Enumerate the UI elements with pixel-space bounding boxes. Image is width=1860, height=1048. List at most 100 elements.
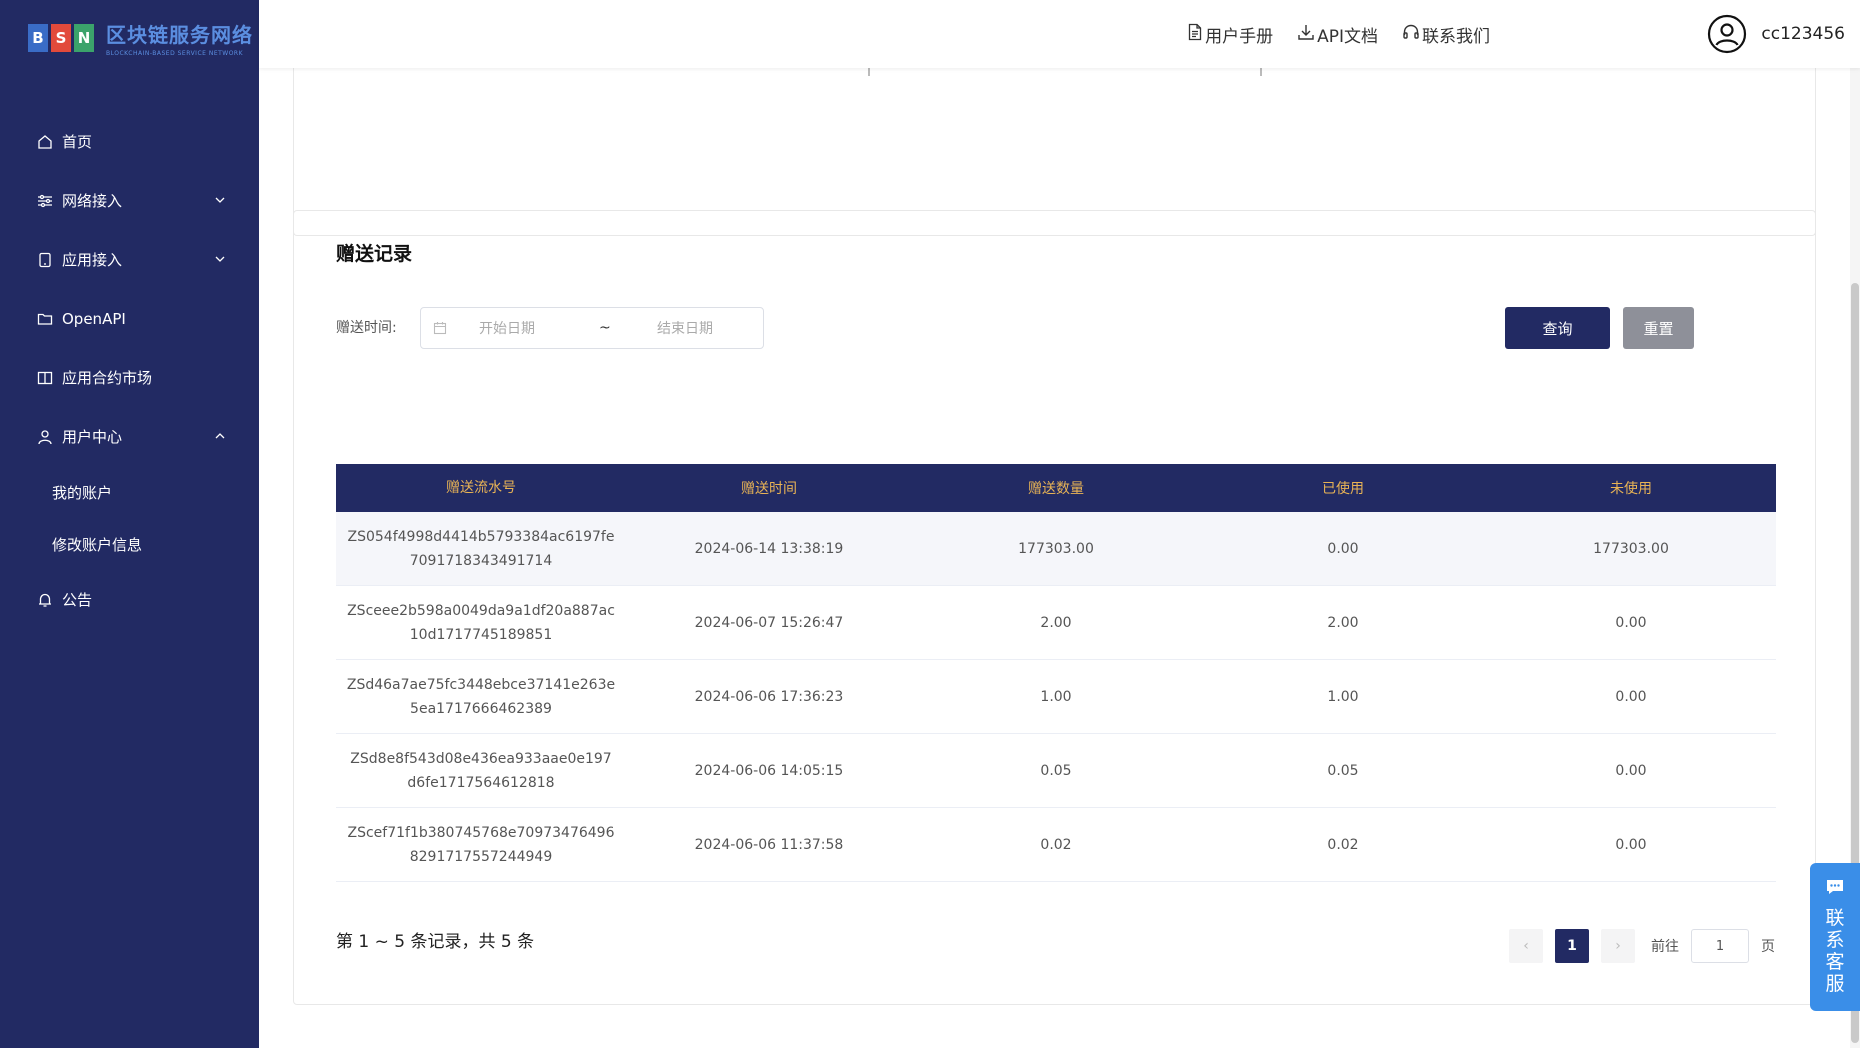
sidebar-item-network-access[interactable]: 网络接入 <box>0 171 259 230</box>
column-header: 赠送流水号 <box>446 480 516 496</box>
column-header: 赠送数量 <box>1028 481 1084 497</box>
logo-text: 区块链服务网络 BLOCKCHAIN-BASED SERVICE NETWORK <box>106 19 253 57</box>
record-summary: 第 1 ~ 5 条记录，共 5 条 <box>336 932 535 952</box>
chevron-down-icon <box>213 252 227 266</box>
unused-cell: 0.00 <box>1615 614 1647 631</box>
chevron-up-icon <box>213 429 227 443</box>
table-header: 赠送流水号 赠送时间 赠送数量 已使用 未使用 <box>336 464 1776 512</box>
pagination: ‹ 1 › 前往 1 页 <box>1509 929 1775 963</box>
end-date-input[interactable]: 结束日期 <box>657 318 713 338</box>
amount-cell: 2.00 <box>1040 614 1072 631</box>
user-icon <box>36 428 54 446</box>
chat-icon <box>1825 877 1845 901</box>
book-icon <box>36 369 54 387</box>
sidebar-subitem-edit-account[interactable]: 修改账户信息 <box>0 518 259 570</box>
unused-cell: 0.00 <box>1615 762 1647 779</box>
download-icon <box>1297 23 1315 46</box>
column-header: 已使用 <box>1322 481 1364 497</box>
table-row: ZScef71f1b380745768e70973476496829171755… <box>336 808 1776 882</box>
page-jumper: 前往 1 页 <box>1651 929 1775 963</box>
start-date-input[interactable]: 开始日期 <box>479 318 599 338</box>
sidebar-item-label: OpenAPI <box>62 309 126 328</box>
prev-page-button[interactable]: ‹ <box>1509 929 1543 963</box>
top-header: 用户手册 API文档 联系我们 cc123456 <box>259 0 1860 68</box>
sidebar-item-announcements[interactable]: 公告 <box>0 570 259 629</box>
folder-icon <box>36 310 54 328</box>
contact-service-label: 联系客服 <box>1825 907 1845 995</box>
sidebar-item-app-access[interactable]: 应用接入 <box>0 230 259 289</box>
date-range-picker[interactable]: 开始日期 ~ 结束日期 <box>420 307 764 349</box>
goto-label: 前往 <box>1651 939 1679 955</box>
time-cell: 2024-06-14 13:38:19 <box>694 540 844 557</box>
amount-cell: 0.02 <box>1040 836 1072 853</box>
serial-cell: ZSd8e8f543d08e436ea933aae0e197d6fe171756… <box>350 750 612 791</box>
sidebar-item-label: 首页 <box>62 133 93 151</box>
sidebar-item-user-center[interactable]: 用户中心 <box>0 407 259 466</box>
sidebar: B S N 区块链服务网络 BLOCKCHAIN-BASED SERVICE N… <box>0 0 259 1048</box>
used-cell: 0.02 <box>1327 836 1359 853</box>
unused-cell: 0.00 <box>1615 836 1647 853</box>
sliders-icon <box>36 192 54 210</box>
time-cell: 2024-06-06 14:05:15 <box>694 762 844 779</box>
amount-cell: 177303.00 <box>1018 540 1094 557</box>
calendar-icon <box>433 321 447 335</box>
records-table: 赠送流水号 赠送时间 赠送数量 已使用 未使用 ZS054f4998d4414b… <box>336 464 1776 882</box>
used-cell: 1.00 <box>1327 688 1359 705</box>
contact-us-link[interactable]: 联系我们 <box>1402 22 1490 47</box>
tablet-icon <box>36 251 54 269</box>
table-row: ZSd8e8f543d08e436ea933aae0e197d6fe171756… <box>336 734 1776 808</box>
serial-cell: ZS054f4998d4414b5793384ac6197fe709171834… <box>347 528 615 569</box>
avatar[interactable] <box>1707 14 1747 54</box>
date-separator: ~ <box>599 320 611 336</box>
time-cell: 2024-06-06 11:37:58 <box>694 836 844 853</box>
used-cell: 0.05 <box>1327 762 1359 779</box>
headset-icon <box>1402 23 1420 46</box>
bell-icon <box>36 591 54 609</box>
unused-cell: 177303.00 <box>1593 540 1669 557</box>
sidebar-item-contract-market[interactable]: 应用合约市场 <box>0 348 259 407</box>
sidebar-subitem-my-account[interactable]: 我的账户 <box>0 466 259 518</box>
user-menu[interactable]: cc123456 <box>1707 14 1845 54</box>
chevron-down-icon <box>213 193 227 207</box>
logo-letter-n: N <box>74 24 94 52</box>
brand-subtitle: BLOCKCHAIN-BASED SERVICE NETWORK <box>106 50 244 57</box>
sidebar-item-label: 用户中心 <box>62 428 123 446</box>
user-manual-label: 用户手册 <box>1205 27 1274 47</box>
table-row: ZS054f4998d4414b5793384ac6197fe709171834… <box>336 512 1776 586</box>
time-cell: 2024-06-06 17:36:23 <box>694 688 844 705</box>
next-page-button[interactable]: › <box>1601 929 1635 963</box>
sidebar-item-label: 网络接入 <box>62 192 123 210</box>
table-row: ZSd46a7ae75fc3448ebce37141e263e5ea171766… <box>336 660 1776 734</box>
document-icon <box>1187 23 1203 46</box>
current-page[interactable]: 1 <box>1555 929 1589 963</box>
api-docs-link[interactable]: API文档 <box>1297 22 1378 47</box>
reset-button[interactable]: 重置 <box>1623 307 1694 349</box>
filter-label: 赠送时间: <box>336 320 397 336</box>
amount-cell: 0.05 <box>1040 762 1072 779</box>
query-button[interactable]: 查询 <box>1505 307 1610 349</box>
amount-cell: 1.00 <box>1040 688 1072 705</box>
column-header: 赠送时间 <box>741 481 797 497</box>
bsn-logo[interactable]: B S N 区块链服务网络 BLOCKCHAIN-BASED SERVICE N… <box>28 18 253 58</box>
brand-name: 区块链服务网络 <box>106 23 253 47</box>
used-cell: 2.00 <box>1327 614 1359 631</box>
header-links: 用户手册 API文档 联系我们 <box>1187 22 1490 47</box>
logo-letter-b: B <box>28 24 48 52</box>
logo-letter-s: S <box>51 24 71 52</box>
goto-page-input[interactable]: 1 <box>1691 929 1749 963</box>
home-icon <box>36 133 54 151</box>
sidebar-item-label: 公告 <box>62 591 93 609</box>
unused-cell: 0.00 <box>1615 688 1647 705</box>
sidebar-item-openapi[interactable]: OpenAPI <box>0 289 259 348</box>
sidebar-item-label: 应用合约市场 <box>62 369 153 387</box>
sidebar-item-label: 应用接入 <box>62 251 123 269</box>
main-content: 赠送记录 赠送时间: 开始日期 ~ 结束日期 查询 重置 赠送流水号 赠送时间 … <box>259 58 1860 1048</box>
used-cell: 0.00 <box>1327 540 1359 557</box>
username[interactable]: cc123456 <box>1761 24 1845 44</box>
contact-service-button[interactable]: 联系客服 <box>1810 863 1860 1011</box>
api-docs-label: API文档 <box>1317 27 1378 47</box>
sidebar-item-home[interactable]: 首页 <box>0 112 259 171</box>
page-title: 赠送记录 <box>336 243 413 265</box>
gift-records-card: 赠送记录 赠送时间: 开始日期 ~ 结束日期 查询 重置 赠送流水号 赠送时间 … <box>293 210 1816 1005</box>
user-manual-link[interactable]: 用户手册 <box>1187 22 1273 47</box>
